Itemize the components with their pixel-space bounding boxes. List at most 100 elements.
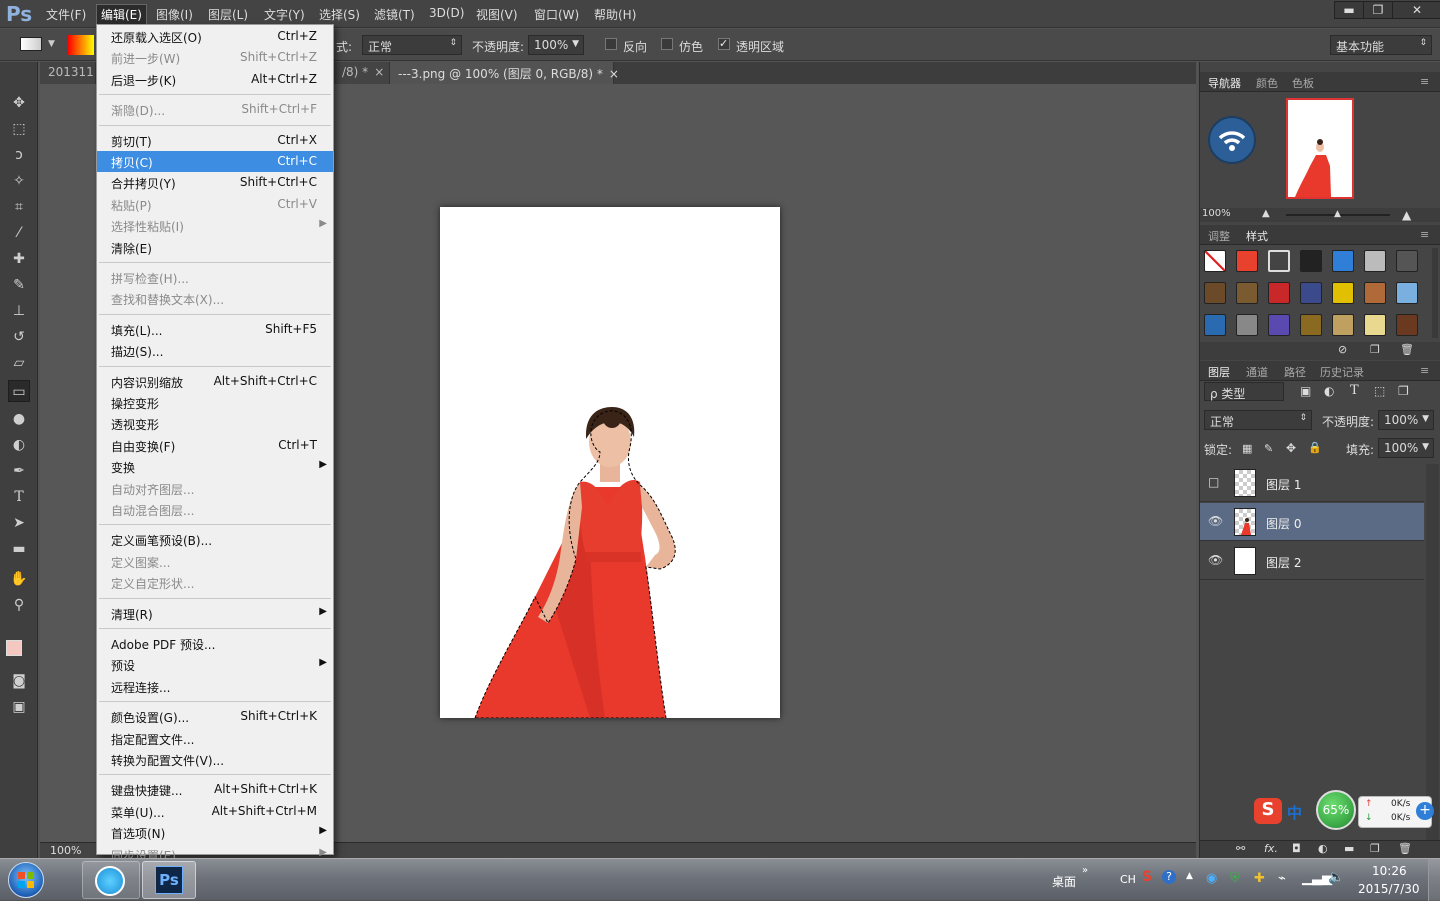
menu-view[interactable]: 视图(V) — [472, 5, 522, 24]
edit-menu-item[interactable]: 远程连接... — [97, 676, 333, 697]
fill-input[interactable]: 100% ▼ — [1378, 438, 1434, 458]
history-brush-icon[interactable]: ↺ — [8, 326, 30, 348]
edit-menu-item[interactable]: 剪切(T) Ctrl+X — [97, 130, 333, 151]
help-icon[interactable]: ? — [1162, 870, 1176, 884]
visibility-off-box[interactable]: □ — [1208, 475, 1219, 489]
edit-menu-item[interactable]: 定义画笔预设(B)... — [97, 529, 333, 550]
crop-tool-icon[interactable]: ⌗ — [8, 196, 30, 218]
lock-position-icon[interactable]: ✥ — [1286, 441, 1296, 455]
style-preset-swatch[interactable] — [1364, 314, 1386, 336]
mask-icon[interactable]: ◘ — [1292, 842, 1301, 855]
magic-wand-icon[interactable]: ✧ — [8, 170, 30, 192]
style-preset-swatch[interactable] — [1396, 314, 1418, 336]
menu-3d[interactable]: 3D(D) — [425, 5, 468, 21]
edit-menu-item[interactable]: 转换为配置文件(V)... — [97, 749, 333, 770]
shape-filter-icon[interactable]: ⬚ — [1374, 384, 1385, 398]
layer-row[interactable]: 👁 图层 0 — [1200, 503, 1424, 541]
edit-menu-item[interactable]: 拷贝(C) Ctrl+C — [97, 151, 333, 172]
style-preset-swatch[interactable] — [1268, 282, 1290, 304]
layer-filter-select[interactable]: ρ 类型 — [1204, 382, 1284, 401]
style-preset-swatch[interactable] — [1236, 282, 1258, 304]
menu-select[interactable]: 选择(S) — [315, 5, 364, 24]
edit-menu-item[interactable]: 指定配置文件... — [97, 728, 333, 749]
volume-icon[interactable]: 🔈 — [1328, 870, 1344, 885]
tab-swatches[interactable]: 色板 — [1292, 75, 1314, 91]
tray-app-icon[interactable]: ✚ — [1254, 871, 1265, 886]
tab-document-2[interactable]: /8) * × — [334, 62, 390, 84]
menu-type[interactable]: 文字(Y) — [260, 5, 309, 24]
transparency-checkbox[interactable]: ✓ — [718, 38, 730, 50]
stamp-tool-icon[interactable]: ⊥ — [8, 300, 30, 322]
dodge-tool-icon[interactable]: ◐ — [8, 434, 30, 456]
style-preset-swatch[interactable] — [1236, 314, 1258, 336]
style-preset-swatch[interactable] — [1300, 314, 1322, 336]
edit-menu-item[interactable]: 合并拷贝(Y) Shift+Ctrl+C — [97, 172, 333, 193]
style-preset-swatch[interactable] — [1332, 250, 1354, 272]
zoom-readout[interactable]: 100% — [50, 844, 81, 857]
smart-object-filter-icon[interactable]: ❐ — [1398, 384, 1409, 398]
edit-menu-item[interactable]: 自由变换(F) Ctrl+T — [97, 435, 333, 456]
restore-button[interactable]: ❐ — [1363, 1, 1393, 19]
edit-menu-item[interactable]: 描边(S)... — [97, 340, 333, 361]
style-preset-swatch[interactable] — [1300, 250, 1322, 272]
eyedropper-icon[interactable]: ⁄ — [8, 222, 30, 244]
style-preset-swatch[interactable] — [1364, 282, 1386, 304]
styles-scrollbar[interactable] — [1432, 248, 1438, 338]
blur-tool-icon[interactable]: ● — [8, 408, 30, 430]
edit-menu-item[interactable]: 内容识别缩放 Alt+Shift+Ctrl+C — [97, 371, 333, 392]
close-button[interactable]: ✕ — [1392, 1, 1440, 19]
hand-tool-icon[interactable]: ✋ — [8, 568, 30, 590]
clear-style-icon[interactable]: ⊘ — [1338, 343, 1347, 356]
gradient-tool-icon[interactable]: ▭ — [8, 380, 30, 402]
edit-menu-item[interactable]: 菜单(U)... Alt+Shift+Ctrl+M — [97, 801, 333, 822]
tab-styles[interactable]: 样式 — [1246, 228, 1268, 244]
tab-navigator[interactable]: 导航器 — [1208, 75, 1241, 91]
chevron-down-icon[interactable]: ▼ — [48, 39, 55, 49]
new-layer-icon[interactable]: ❐ — [1370, 842, 1380, 855]
opacity-input[interactable]: 100% ▼ — [528, 35, 584, 55]
adjustment-layer-icon[interactable]: ◐ — [1318, 842, 1328, 855]
text-tool-icon[interactable]: T — [8, 486, 30, 508]
style-preset-swatch[interactable] — [1204, 314, 1226, 336]
adjustment-filter-icon[interactable]: ◐ — [1324, 384, 1334, 398]
workspace-select[interactable]: 基本功能 ⇕ — [1330, 35, 1432, 55]
marquee-tool-icon[interactable]: ⬚ — [8, 118, 30, 140]
desktop-toolbar-label[interactable]: 桌面 — [1052, 873, 1076, 890]
style-preset-swatch[interactable] — [1204, 250, 1226, 272]
edit-menu-item[interactable]: 透视变形 — [97, 413, 333, 434]
clock-date[interactable]: 2015/7/30 — [1358, 882, 1420, 896]
tab-document-1[interactable]: 201311 — [40, 62, 96, 84]
edit-menu-item[interactable]: 颜色设置(G)... Shift+Ctrl+K — [97, 706, 333, 727]
layer-row[interactable]: □ 图层 1 — [1200, 464, 1424, 502]
start-button[interactable] — [8, 862, 44, 898]
link-icon[interactable]: ⚯ — [1236, 842, 1245, 855]
style-preset-swatch[interactable] — [1364, 250, 1386, 272]
edit-menu-item[interactable]: 变换 ▶ — [97, 456, 333, 477]
healing-brush-icon[interactable]: ✚ — [8, 248, 30, 270]
style-preset-swatch[interactable] — [1396, 282, 1418, 304]
close-icon[interactable]: × — [374, 65, 384, 79]
menu-layer[interactable]: 图层(L) — [204, 5, 252, 24]
language-indicator[interactable]: CH — [1120, 873, 1136, 886]
menu-help[interactable]: 帮助(H) — [590, 5, 640, 24]
navigator-preview[interactable] — [1286, 98, 1354, 199]
menu-filter[interactable]: 滤镜(T) — [370, 5, 419, 24]
security-shield-icon[interactable]: ⛨ — [1230, 871, 1240, 886]
wifi-tray-icon[interactable]: ◉ — [1206, 871, 1217, 886]
edit-menu-item[interactable]: 首选项(N) ▶ — [97, 822, 333, 843]
menu-file[interactable]: 文件(F) — [42, 5, 90, 24]
menu-edit[interactable]: 编辑(E) — [96, 4, 147, 25]
tab-channels[interactable]: 通道 — [1246, 364, 1268, 380]
panel-menu-icon[interactable]: ≡ — [1420, 75, 1429, 88]
ime-mode-label[interactable]: 中 — [1287, 802, 1302, 823]
edit-menu-item[interactable]: 填充(L)... Shift+F5 — [97, 319, 333, 340]
pen-tool-icon[interactable]: ✒ — [8, 460, 30, 482]
dither-checkbox[interactable] — [661, 38, 673, 50]
panel-menu-icon[interactable]: ≡ — [1420, 364, 1429, 377]
edit-menu-item[interactable]: 清除(E) — [97, 237, 333, 258]
taskbar-app-browser[interactable] — [82, 861, 140, 899]
style-preset-swatch[interactable] — [1268, 314, 1290, 336]
minimize-button[interactable]: ▬ — [1334, 1, 1364, 19]
edit-menu-item[interactable]: 清理(R) ▶ — [97, 603, 333, 624]
gradient-preview[interactable] — [68, 35, 94, 55]
